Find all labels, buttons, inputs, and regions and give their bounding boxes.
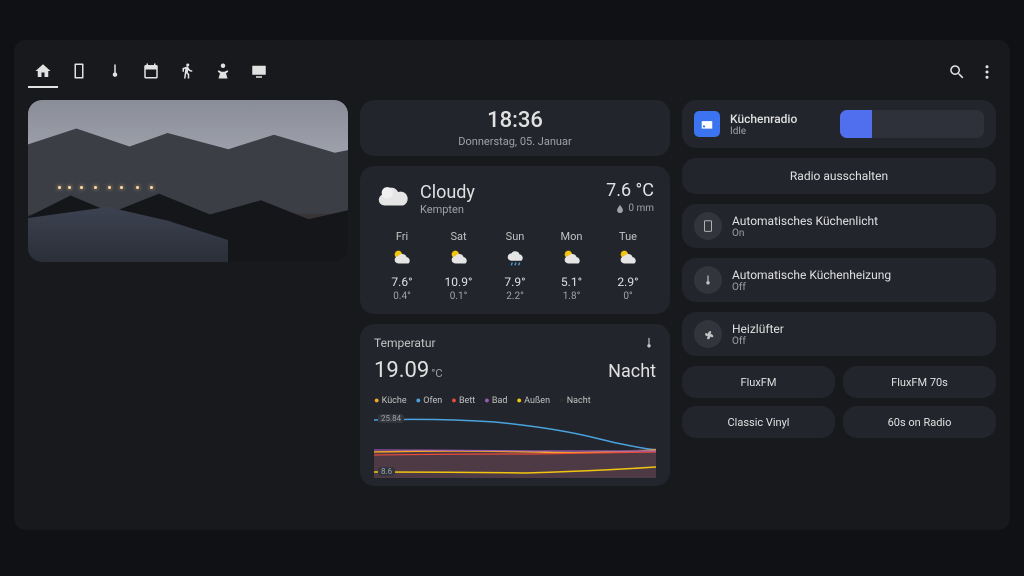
- tab-home[interactable]: [28, 56, 58, 88]
- camera-card[interactable]: [28, 100, 348, 262]
- temperature-chart: 25.84 8.6: [374, 412, 656, 478]
- weather-condition: Cloudy: [420, 182, 475, 203]
- cloudy-icon: [376, 180, 410, 218]
- thermometer-icon: [694, 266, 722, 294]
- media-card[interactable]: Küchenradio Idle: [682, 100, 996, 148]
- radio-icon: [694, 111, 720, 137]
- weather-location: Kempten: [420, 203, 475, 216]
- overflow-icon[interactable]: [978, 63, 996, 81]
- preset-button[interactable]: FluxFM 70s: [843, 366, 996, 398]
- preset-button[interactable]: FluxFM: [682, 366, 835, 398]
- media-status: Idle: [730, 126, 830, 137]
- tab-devices[interactable]: [64, 56, 94, 88]
- weather-card[interactable]: Cloudy Kempten 7.6 °C 0 mm Fri7.6°0.4° S…: [360, 166, 670, 314]
- tab-climate[interactable]: [100, 56, 130, 88]
- forecast-day[interactable]: Tue2.9°0°: [602, 230, 654, 302]
- switch-kitchen-light[interactable]: Automatisches KüchenlichtOn: [682, 204, 996, 248]
- temperature-state: Nacht: [608, 361, 656, 382]
- volume-slider[interactable]: [840, 110, 984, 138]
- tab-calendar[interactable]: [136, 56, 166, 88]
- tab-display[interactable]: [244, 56, 274, 88]
- search-icon[interactable]: [948, 63, 966, 81]
- tablet-icon: [694, 212, 722, 240]
- radio-off-button[interactable]: Radio ausschalten: [682, 158, 996, 194]
- tab-presence[interactable]: [208, 56, 238, 88]
- temperature-legend: Küche Ofen Bett Bad Außen Nacht: [374, 395, 656, 406]
- preset-button[interactable]: 60s on Radio: [843, 406, 996, 438]
- temperature-value: 19.09°C: [374, 358, 443, 383]
- preset-button[interactable]: Classic Vinyl: [682, 406, 835, 438]
- preset-grid: FluxFM FluxFM 70s Classic Vinyl 60s on R…: [682, 366, 996, 438]
- temperature-card[interactable]: Temperatur 19.09°C Nacht Küche Ofen Bett…: [360, 324, 670, 486]
- clock-card[interactable]: 18:36 Donnerstag, 05. Januar: [360, 100, 670, 156]
- fan-icon: [694, 320, 722, 348]
- weather-temperature: 7.6 °C: [606, 180, 654, 201]
- weather-precipitation: 0 mm: [606, 203, 654, 214]
- media-title: Küchenradio: [730, 112, 830, 126]
- top-toolbar: [28, 50, 996, 94]
- clock-time: 18:36: [487, 108, 543, 133]
- tab-person[interactable]: [172, 56, 202, 88]
- switch-fan-heater[interactable]: HeizlüfterOff: [682, 312, 996, 356]
- forecast-day[interactable]: Fri7.6°0.4°: [376, 230, 428, 302]
- forecast-day[interactable]: Sat10.9°0.1°: [433, 230, 485, 302]
- clock-date: Donnerstag, 05. Januar: [458, 135, 571, 148]
- forecast-row: Fri7.6°0.4° Sat10.9°0.1° Sun7.9°2.2° Mon…: [376, 230, 654, 302]
- nav-tabs: [28, 56, 274, 88]
- temperature-title: Temperatur: [374, 336, 436, 350]
- switch-kitchen-heating[interactable]: Automatische KüchenheizungOff: [682, 258, 996, 302]
- forecast-day[interactable]: Sun7.9°2.2°: [489, 230, 541, 302]
- thermometer-icon: [642, 336, 656, 350]
- forecast-day[interactable]: Mon5.1°1.8°: [546, 230, 598, 302]
